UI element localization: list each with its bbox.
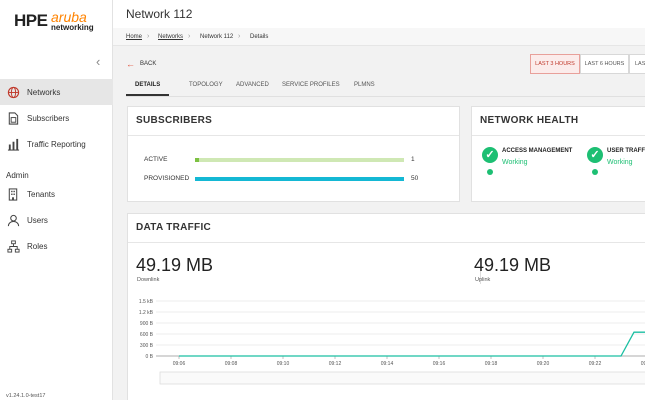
- network-health-title: NETWORK HEALTH: [480, 115, 579, 126]
- health-name: USER TRAFF: [607, 148, 645, 154]
- tab-plmns[interactable]: PLMNS: [354, 82, 375, 88]
- admin-section-label: Admin: [6, 171, 29, 180]
- chevron-right-icon: ›: [188, 33, 191, 40]
- top-bar: Network 112: [113, 0, 645, 28]
- provisioned-label: PROVISIONED: [144, 175, 190, 182]
- uplink-value: 49.19 MB: [474, 255, 552, 275]
- health-status: Working: [607, 159, 633, 166]
- subscribers-title: SUBSCRIBERS: [136, 115, 213, 126]
- y-tick-label: 600 B: [140, 332, 154, 338]
- range-last-more[interactable]: LAS: [629, 54, 645, 74]
- subscribers-card: SUBSCRIBERS ACTIVE 1 PROVISIONED 50: [127, 106, 460, 202]
- data-traffic-title: DATA TRAFFIC: [136, 222, 212, 233]
- x-tick-label: 09:16: [433, 361, 446, 367]
- provisioned-bar-fill: [195, 177, 404, 181]
- sidebar-item-tenants[interactable]: Tenants: [0, 181, 113, 207]
- health-status: Working: [502, 159, 528, 166]
- sidebar-item-label: Users: [27, 215, 48, 225]
- page-title: Network 112: [126, 7, 193, 21]
- sidebar-item-label: Traffic Reporting: [27, 139, 86, 149]
- x-tick-label: 09:20: [537, 361, 550, 367]
- x-tick-label: 09:22: [589, 361, 602, 367]
- x-tick-label: 09:18: [485, 361, 498, 367]
- downlink-value: 49.19 MB: [136, 255, 214, 275]
- status-dot: [592, 169, 598, 175]
- active-label: ACTIVE: [144, 156, 168, 163]
- data-traffic-card: DATA TRAFFIC 49.19 MB Downlink 49.19 MB …: [127, 213, 645, 400]
- network-health-card: NETWORK HEALTH ✓ ACCESS MANAGEMENT Worki…: [471, 106, 645, 202]
- divider: [128, 242, 645, 243]
- collapse-sidebar-icon[interactable]: ‹: [96, 54, 100, 69]
- sidebar-item-label: Networks: [27, 87, 61, 97]
- check-circle-icon: ✓: [587, 147, 603, 163]
- provisioned-bar: [195, 177, 404, 181]
- x-tick-label: 09:14: [381, 361, 394, 367]
- sidebar-item-label: Subscribers: [27, 113, 70, 123]
- logo-networking: networking: [51, 23, 94, 32]
- x-tick-label: 09:10: [277, 361, 290, 367]
- sidebar-item-traffic-reporting[interactable]: Traffic Reporting: [0, 131, 113, 157]
- tab-advanced[interactable]: ADVANCED: [236, 82, 269, 88]
- downlink-label: Downlink: [137, 277, 160, 283]
- hierarchy-icon: [6, 239, 20, 253]
- health-name: ACCESS MANAGEMENT: [502, 148, 573, 154]
- active-tab-indicator: [126, 94, 169, 96]
- chart-range-slider: [159, 371, 645, 385]
- user-icon: [6, 213, 20, 227]
- arrow-left-icon: ←: [126, 59, 135, 69]
- sim-icon: [6, 111, 20, 125]
- sidebar-item-label: Roles: [27, 241, 48, 251]
- tab-details[interactable]: DETAILS: [135, 82, 160, 88]
- x-tick-label: 09:24: [641, 361, 645, 367]
- range-last-6-hours[interactable]: LAST 6 HOURS: [580, 54, 629, 74]
- chart-icon: [6, 137, 20, 151]
- sidebar-item-roles[interactable]: Roles: [0, 233, 113, 259]
- active-bar-fill: [195, 158, 200, 162]
- back-button[interactable]: ← BACK: [126, 59, 156, 69]
- chevron-right-icon: ›: [238, 33, 241, 40]
- chevron-right-icon: ›: [147, 33, 150, 40]
- x-tick-label: 09:12: [329, 361, 342, 367]
- sidebar-item-label: Tenants: [27, 189, 56, 199]
- breadcrumb-home[interactable]: Home: [126, 34, 142, 40]
- logo-hpe: HPE: [14, 11, 48, 30]
- x-tick-label: 09:06: [173, 361, 186, 367]
- y-tick-label: 0 B: [145, 354, 153, 360]
- active-bar: [195, 158, 404, 162]
- divider: [472, 135, 645, 136]
- provisioned-count: 50: [411, 175, 419, 182]
- traffic-series-line: [179, 331, 645, 357]
- uplink-label: Uplink: [475, 277, 491, 283]
- sidebar-item-subscribers[interactable]: Subscribers: [0, 105, 113, 131]
- breadcrumb-network: Network 112: [200, 34, 234, 40]
- x-tick-label: 09:08: [225, 361, 238, 367]
- tab-topology[interactable]: TOPOLOGY: [189, 82, 223, 88]
- active-count: 1: [411, 156, 415, 163]
- sidebar: HPE aruba networking ‹ Networks Subscrib…: [0, 0, 113, 400]
- divider: [128, 135, 459, 136]
- breadcrumb-networks[interactable]: Networks: [158, 34, 183, 40]
- building-icon: [6, 187, 20, 201]
- sidebar-item-networks[interactable]: Networks: [0, 79, 113, 105]
- data-traffic-chart: 1.5 kB 1.2 kB 900 B 600 B 300 B 0 B 09:06 09:08…: [139, 299, 645, 385]
- check-circle-icon: ✓: [482, 147, 498, 163]
- tab-bar: DETAILS TOPOLOGY ADVANCED SERVICE PROFIL…: [126, 79, 645, 97]
- range-last-3-hours[interactable]: LAST 3 HOURS: [530, 54, 580, 74]
- main-content: Network 112 Home › Networks › Network 11…: [113, 0, 645, 400]
- back-label: BACK: [140, 61, 157, 67]
- y-tick-label: 1.2 kB: [139, 310, 154, 316]
- breadcrumb: Home › Networks › Network 112 › Details: [113, 28, 645, 46]
- version-label: v1.24.1.0-test17: [6, 393, 46, 399]
- y-tick-label: 900 B: [140, 321, 154, 327]
- breadcrumb-details: Details: [250, 34, 269, 40]
- tab-service-profiles[interactable]: SERVICE PROFILES: [282, 82, 340, 88]
- y-tick-label: 1.5 kB: [139, 299, 154, 305]
- sidebar-item-users[interactable]: Users: [0, 207, 113, 233]
- y-tick-label: 300 B: [140, 343, 154, 349]
- globe-icon: [6, 85, 20, 99]
- status-dot: [487, 169, 493, 175]
